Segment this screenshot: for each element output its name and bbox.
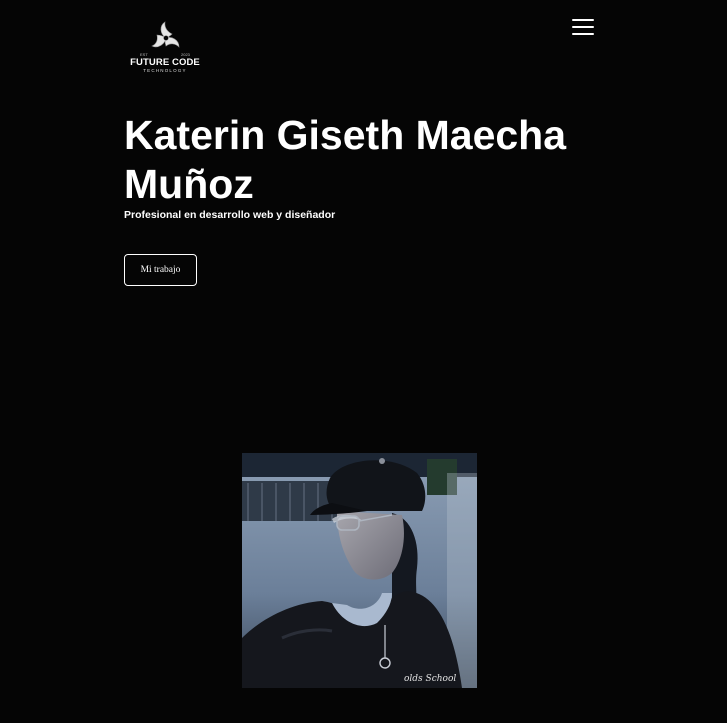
page: EST 2023 FUTURE CODE TECHNOLOGY Katerin … xyxy=(0,0,727,723)
logo-tagline: TECHNOLOGY xyxy=(143,68,187,73)
logo-name: FUTURE CODE xyxy=(130,57,200,68)
profile-photo-illustration: olds School xyxy=(242,453,477,688)
logo-swirl-icon xyxy=(151,21,180,48)
profile-photo: olds School xyxy=(242,453,477,688)
hamburger-menu-icon[interactable] xyxy=(568,14,598,40)
future-code-logo[interactable]: EST 2023 FUTURE CODE TECHNOLOGY xyxy=(128,20,204,76)
shirt-text: olds School xyxy=(404,674,456,684)
hero-subtitle: Profesional en desarrollo web y diseñado… xyxy=(124,209,336,221)
hero-title: Katerin Giseth Maecha Muñoz xyxy=(124,112,567,207)
my-work-button[interactable]: Mi trabajo xyxy=(124,254,197,286)
